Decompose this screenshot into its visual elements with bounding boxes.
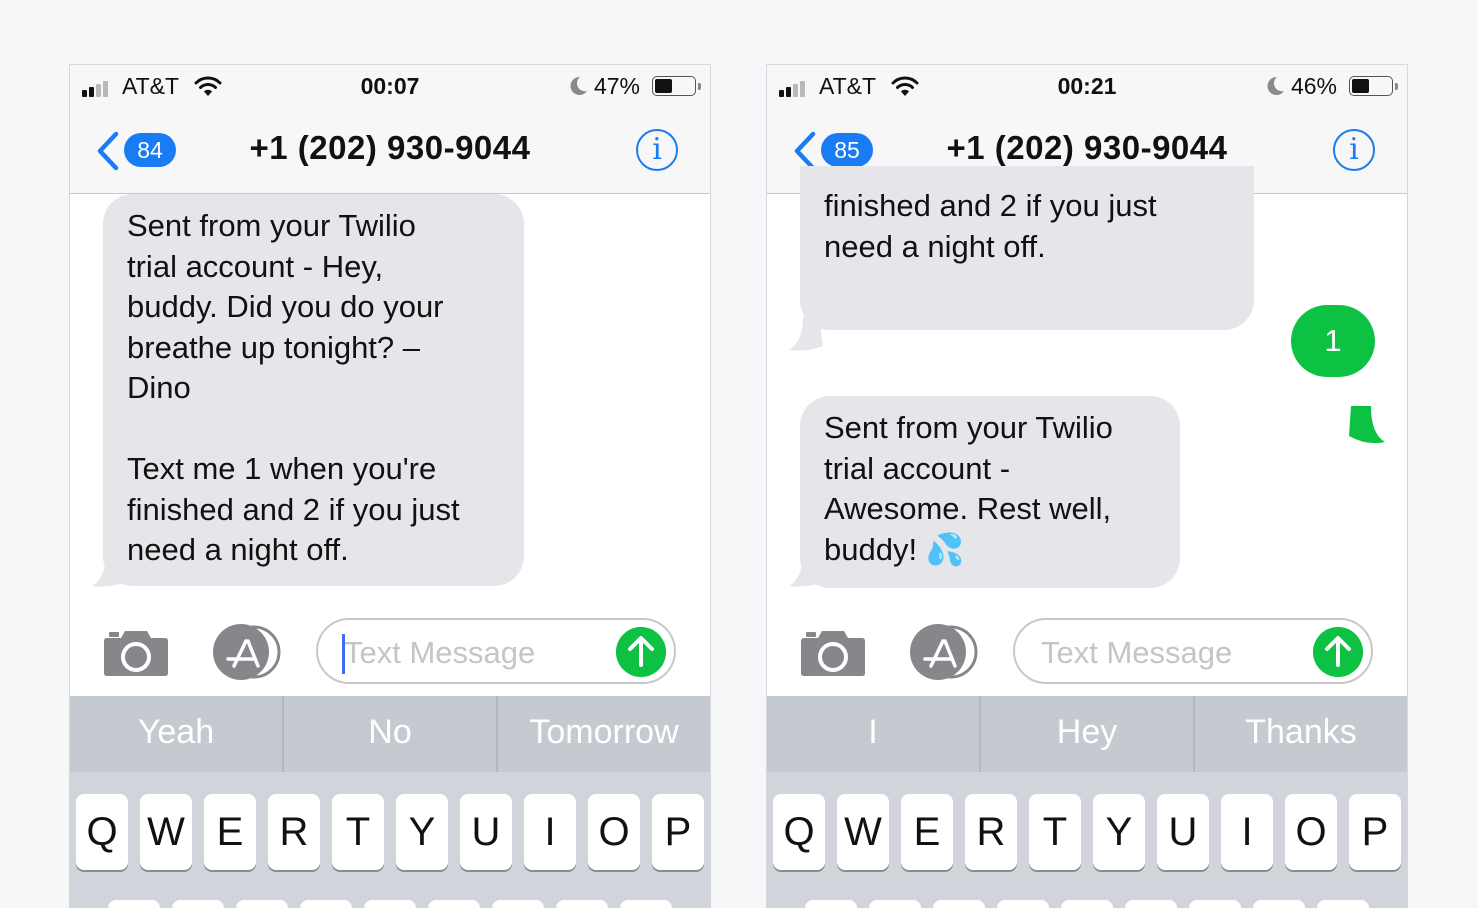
suggestion-3[interactable]: Tomorrow	[498, 696, 710, 772]
suggestion-1[interactable]: Yeah	[70, 696, 284, 772]
predictive-text-bar: I Hey Thanks	[767, 696, 1407, 772]
incoming-message-bubble: finished and 2 if you just need a night …	[800, 166, 1254, 330]
incoming-message-bubble: Sent from your Twilio trial account - Aw…	[800, 396, 1180, 588]
contact-phone-number[interactable]: +1 (202) 930-9044	[767, 129, 1407, 167]
battery-percentage: 46%	[1290, 73, 1337, 99]
key-o[interactable]: O	[588, 794, 640, 870]
input-placeholder: Text Message	[344, 635, 536, 670]
key-w[interactable]: W	[140, 794, 192, 870]
camera-icon[interactable]	[103, 628, 169, 676]
keyboard: Q W E R T Y U I O P	[70, 772, 710, 908]
text-message-input[interactable]: Text Message	[316, 618, 676, 684]
key-r[interactable]: R	[268, 794, 320, 870]
info-icon[interactable]: i	[636, 129, 678, 171]
do-not-disturb-moon-icon	[1267, 76, 1284, 95]
navigation-bar: 84 +1 (202) 930-9044 i	[70, 109, 710, 194]
key-y[interactable]: Y	[396, 794, 448, 870]
key-o[interactable]: O	[1285, 794, 1337, 870]
predictive-text-bar: Yeah No Tomorrow	[70, 696, 710, 772]
info-icon[interactable]: i	[1333, 129, 1375, 171]
key-r[interactable]: R	[965, 794, 1017, 870]
text-message-input[interactable]: Text Message	[1013, 618, 1373, 684]
outgoing-message-bubble: 1	[1291, 305, 1375, 377]
phone-screen-left: AT&T 00:07 47% 84 +1 (202) 930-9044 i Se…	[69, 64, 711, 908]
bubble-tail	[1349, 406, 1385, 444]
status-bar: AT&T 00:07 47%	[70, 65, 710, 109]
key-y[interactable]: Y	[1093, 794, 1145, 870]
status-bar: AT&T 00:21 46%	[767, 65, 1407, 109]
suggestion-2[interactable]: Hey	[981, 696, 1195, 772]
key-i[interactable]: I	[524, 794, 576, 870]
battery-icon	[652, 76, 701, 96]
key-t[interactable]: T	[332, 794, 384, 870]
message-input-row: Text Message	[70, 606, 710, 696]
do-not-disturb-moon-icon	[570, 76, 587, 95]
battery-icon	[1349, 76, 1398, 96]
key-u[interactable]: U	[1157, 794, 1209, 870]
app-store-icon[interactable]	[210, 624, 286, 680]
key-q[interactable]: Q	[76, 794, 128, 870]
app-store-icon[interactable]	[907, 624, 983, 680]
send-arrow-icon[interactable]	[616, 627, 666, 677]
phone-screen-right: AT&T 00:21 46% 85 +1 (202) 930-9044 i fi…	[766, 64, 1408, 908]
send-arrow-icon[interactable]	[1313, 627, 1363, 677]
key-t[interactable]: T	[1029, 794, 1081, 870]
suggestion-1[interactable]: I	[767, 696, 981, 772]
keyboard: Q W E R T Y U I O P	[767, 772, 1407, 908]
conversation-thread[interactable]: finished and 2 if you just need a night …	[767, 166, 1407, 606]
suggestion-3[interactable]: Thanks	[1195, 696, 1407, 772]
key-e[interactable]: E	[204, 794, 256, 870]
battery-percentage: 47%	[593, 73, 640, 99]
key-w[interactable]: W	[837, 794, 889, 870]
key-p[interactable]: P	[1349, 794, 1401, 870]
camera-icon[interactable]	[800, 628, 866, 676]
key-p[interactable]: P	[652, 794, 704, 870]
suggestion-2[interactable]: No	[284, 696, 498, 772]
key-e[interactable]: E	[901, 794, 953, 870]
text-cursor	[342, 634, 345, 674]
contact-phone-number[interactable]: +1 (202) 930-9044	[70, 129, 710, 167]
incoming-message-bubble: Sent from your Twilio trial account - He…	[103, 194, 524, 586]
conversation-thread[interactable]: Sent from your Twilio trial account - He…	[70, 194, 710, 606]
key-q[interactable]: Q	[773, 794, 825, 870]
key-u[interactable]: U	[460, 794, 512, 870]
input-placeholder: Text Message	[1041, 635, 1233, 670]
key-i[interactable]: I	[1221, 794, 1273, 870]
message-input-row: Text Message	[767, 606, 1407, 696]
